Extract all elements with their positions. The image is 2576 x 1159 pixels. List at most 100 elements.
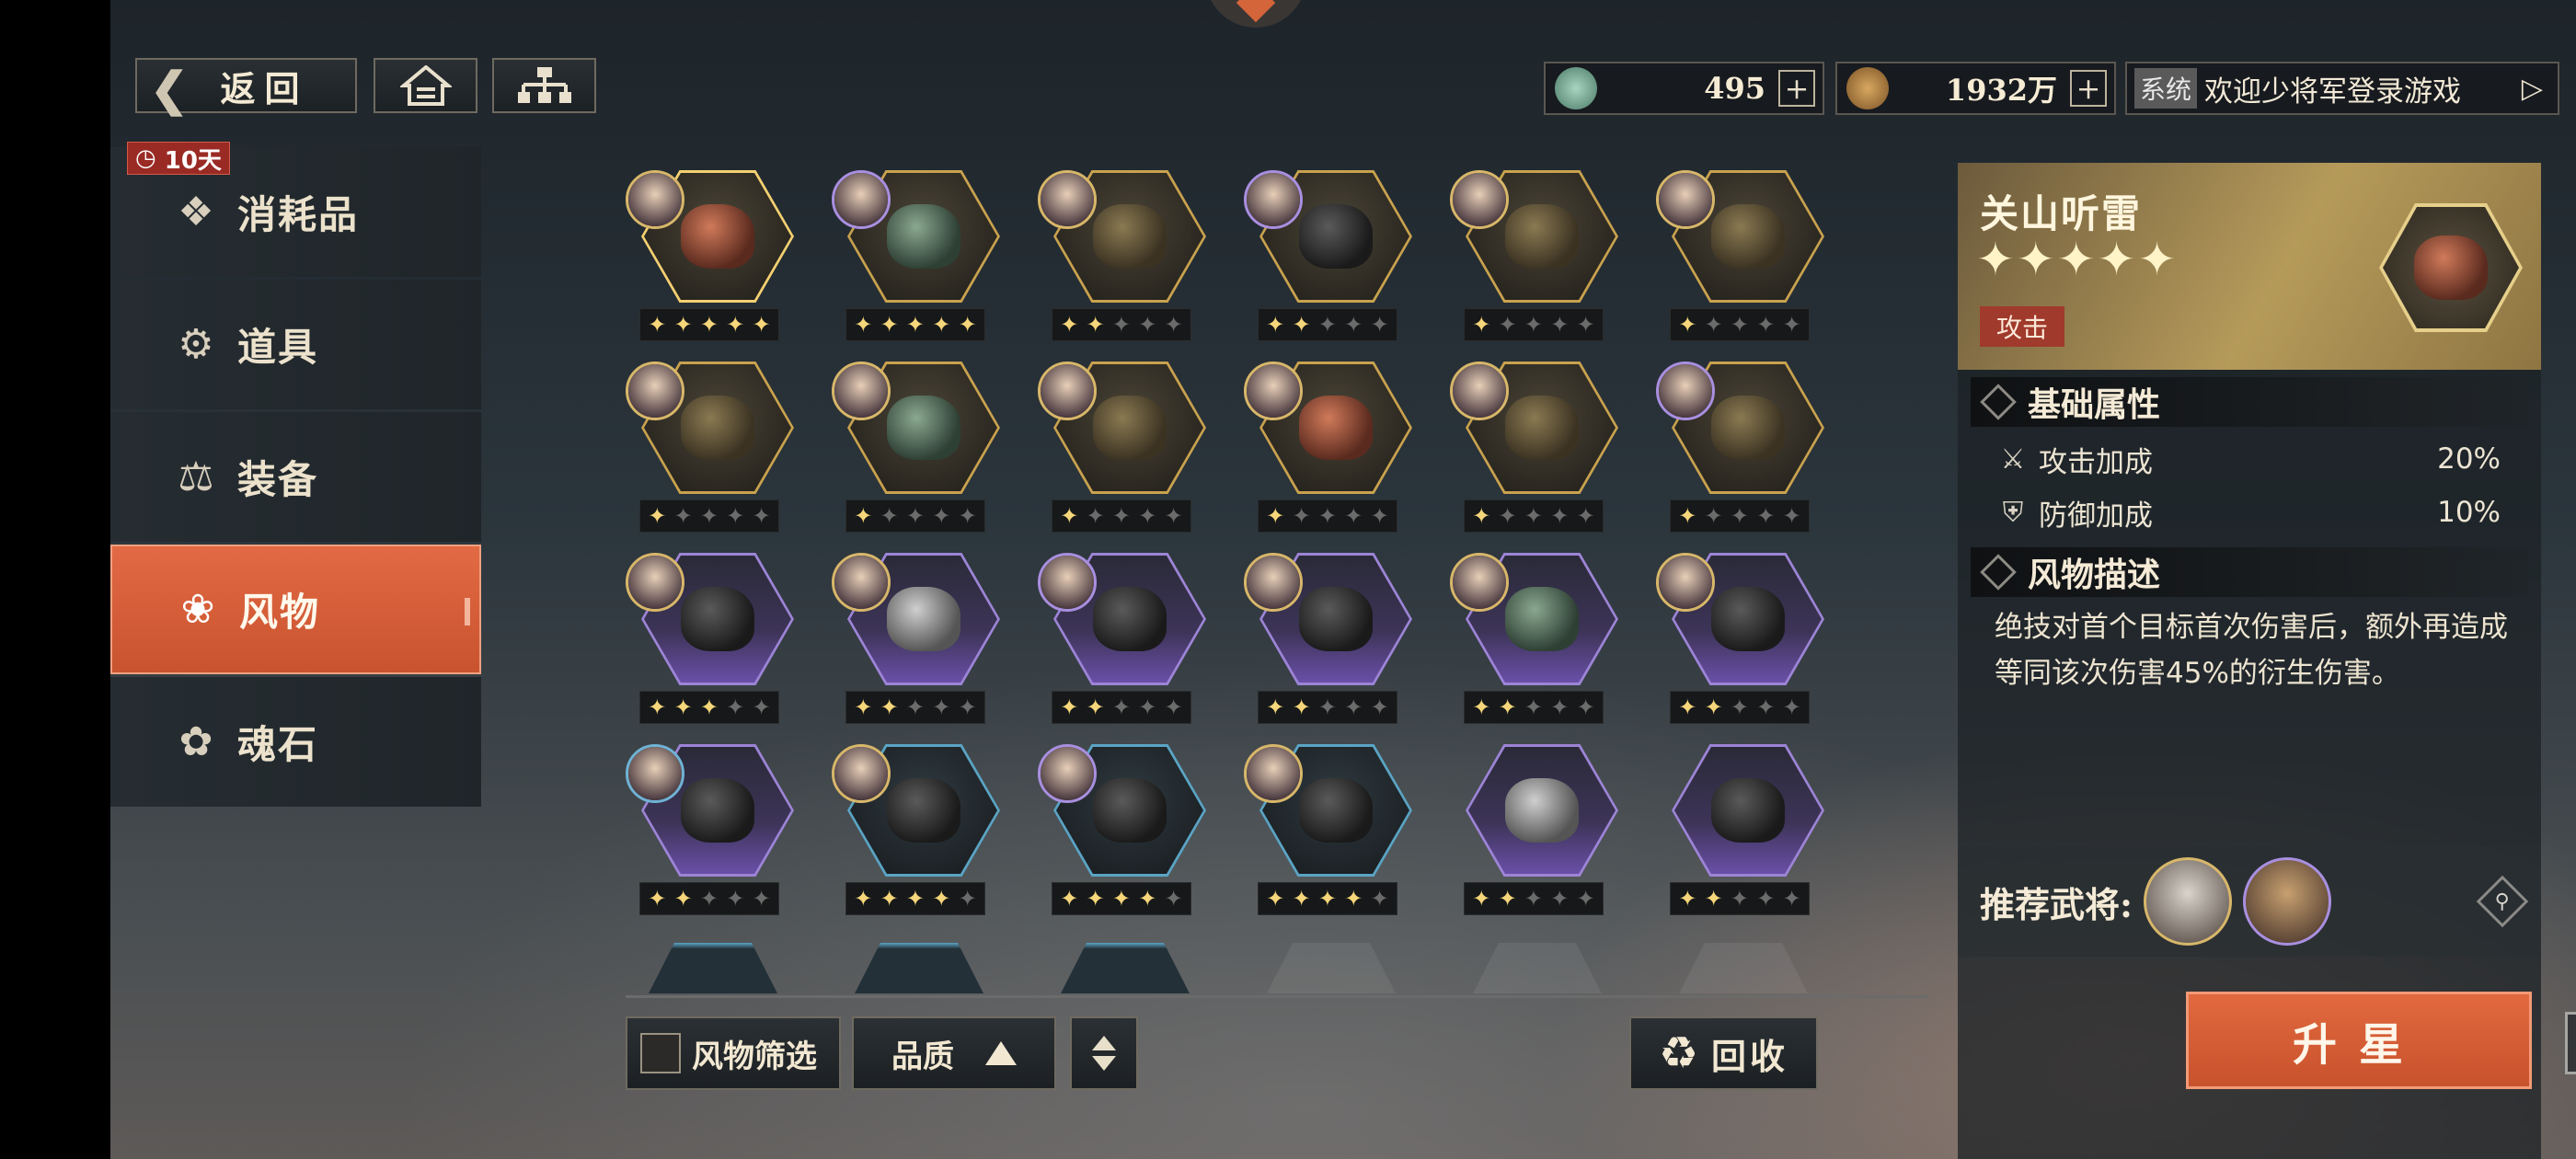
relic-card[interactable]: ✦ ✦ ✦ ✦ ✦ <box>1244 361 1428 536</box>
upgrade-star-button[interactable]: 升星 <box>2186 992 2532 1089</box>
relic-portrait-inner <box>2383 207 2519 328</box>
section-title: 基础属性 <box>2028 385 2161 424</box>
relic-card[interactable]: ✦ ✦ ✦ ✦ ✦ <box>1450 361 1634 536</box>
star-filled-icon: ✦ <box>1472 312 1491 338</box>
star-filled-icon: ✦ <box>1292 312 1311 338</box>
system-message-bar[interactable]: 系统 欢迎少将军登录游戏 ▷ <box>2125 62 2559 115</box>
filter-checkbox[interactable] <box>640 1033 681 1073</box>
star-empty-icon: ✦ <box>726 886 745 912</box>
relic-icon: ❀ <box>180 586 215 633</box>
relic-slot-partial[interactable] <box>855 943 983 993</box>
relic-card[interactable]: ✦ ✦ ✦ ✦ ✦ <box>1038 170 1222 345</box>
quality-sort-button[interactable]: 品质 <box>852 1016 1056 1090</box>
relic-card[interactable]: ✦ ✦ ✦ ✦ ✦ <box>1038 361 1222 536</box>
star-empty-icon: ✦ <box>1164 694 1183 720</box>
category-relics[interactable]: ❀ 风物 <box>110 545 481 674</box>
relic-image <box>1299 204 1373 269</box>
star-filled-icon: ✦ <box>880 886 899 912</box>
relic-card[interactable]: ✦ ✦ ✦ ✦ ✦ <box>1244 170 1428 345</box>
home-button[interactable] <box>374 58 477 113</box>
star-filled-icon: ✦ <box>1266 886 1285 912</box>
relic-card[interactable]: ✦ ✦ ✦ ✦ ✦ <box>1450 744 1634 919</box>
avatar-face <box>628 364 682 418</box>
relic-card[interactable]: ✦ ✦ ✦ ✦ ✦ <box>1038 553 1222 728</box>
share-button[interactable]: ↗ <box>2565 1012 2576 1074</box>
active-indicator <box>465 598 470 625</box>
star-filled-icon: ✦ <box>752 312 771 338</box>
relic-card[interactable]: ✦ ✦ ✦ ✦ ✦ <box>1656 744 1840 919</box>
avatar-face <box>1247 364 1300 418</box>
relic-card[interactable]: ✦ ✦ ✦ ✦ ✦ <box>626 553 810 728</box>
relic-slot-partial[interactable] <box>649 943 777 993</box>
relic-card[interactable]: ✦ ✦ ✦ ✦ ✦ <box>1656 361 1840 536</box>
relic-card[interactable]: ✦ ✦ ✦ ✦ ✦ <box>832 744 1016 919</box>
relic-image <box>1505 396 1579 460</box>
relic-filter-button[interactable]: 风物筛选 <box>626 1016 841 1090</box>
star-filled-icon: ✦ <box>905 886 926 912</box>
relic-card[interactable]: ✦ ✦ ✦ ✦ ✦ <box>1244 744 1428 919</box>
star-empty-icon: ✦ <box>1576 503 1595 529</box>
relic-card[interactable]: ✦ ✦ ✦ ✦ ✦ <box>1038 744 1222 919</box>
avatar-face <box>834 173 888 226</box>
star-filled-icon: ✦ <box>1472 694 1491 720</box>
relic-card[interactable]: ✦ ✦ ✦ ✦ ✦ <box>832 170 1016 345</box>
attribute-row-attack: ⚔ 攻击加成 20% <box>1971 434 2528 484</box>
general-avatar[interactable] <box>2144 857 2233 946</box>
relic-card[interactable]: ✦ ✦ ✦ ✦ ✦ <box>1450 553 1634 728</box>
star-rating: ✦ ✦ ✦ ✦ ✦ <box>1464 499 1604 533</box>
star-filled-icon: ✦ <box>1086 694 1105 720</box>
owner-avatar <box>832 553 891 612</box>
diamond-icon <box>1980 554 2017 591</box>
relic-card[interactable]: ✦ ✦ ✦ ✦ ✦ <box>832 361 1016 536</box>
star-empty-icon: ✦ <box>1317 503 1338 529</box>
owner-avatar <box>832 744 891 803</box>
general-avatar[interactable] <box>2243 857 2332 946</box>
star-empty-icon: ✦ <box>1370 503 1389 529</box>
detail-header: 关山听雷 ✦✦✦✦✦ 攻击 <box>1958 163 2541 370</box>
relic-card[interactable]: ✦ ✦ ✦ ✦ ✦ <box>1450 170 1634 345</box>
star-filled-icon: ✦ <box>880 312 899 338</box>
star-empty-icon: ✦ <box>1498 503 1517 529</box>
avatar-face <box>1041 747 1094 800</box>
soulstone-icon: ✿ <box>178 718 213 765</box>
sort-down-icon <box>1092 1056 1116 1071</box>
category-soulstones[interactable]: ✿ 魂石 <box>110 677 481 807</box>
add-jade-button[interactable]: + <box>1778 70 1815 107</box>
avatar-face <box>1453 173 1506 226</box>
relic-card[interactable]: ✦ ✦ ✦ ✦ ✦ <box>1656 170 1840 345</box>
item-icon: ⚙ <box>178 321 214 368</box>
category-equipment[interactable]: ⚖ 装备 <box>110 412 481 542</box>
category-items[interactable]: ⚙ 道具 <box>110 280 481 409</box>
add-copper-button[interactable]: + <box>2070 70 2107 107</box>
star-empty-icon: ✦ <box>1370 312 1389 338</box>
search-general-button[interactable]: ⚲ <box>2476 875 2529 928</box>
star-rating: ✦ ✦ ✦ ✦ ✦ <box>639 691 779 724</box>
relic-card[interactable]: ✦ ✦ ✦ ✦ ✦ <box>1656 553 1840 728</box>
relic-description: 绝技对首个目标首次伤害后，额外再造成等同该次伤害45%的衍生伤害。 <box>1995 611 2508 690</box>
owner-avatar <box>626 170 684 229</box>
star-empty-icon: ✦ <box>1576 886 1595 912</box>
owner-avatar <box>1038 361 1097 420</box>
relic-slot-partial[interactable] <box>1061 943 1190 993</box>
category-label: 消耗品 <box>237 192 360 237</box>
star-filled-icon: ✦ <box>648 503 667 529</box>
recycle-button[interactable]: ♻ 回收 <box>1629 1016 1818 1090</box>
star-empty-icon: ✦ <box>673 503 693 529</box>
currency-copper: 1932万 + <box>1835 62 2116 115</box>
relic-image <box>1299 587 1373 651</box>
defense-icon: ⛨ <box>2002 496 2024 529</box>
star-empty-icon: ✦ <box>1576 312 1595 338</box>
relic-card[interactable]: ✦ ✦ ✦ ✦ ✦ <box>626 361 810 536</box>
relic-card[interactable]: ✦ ✦ ✦ ✦ ✦ <box>1244 553 1428 728</box>
hierarchy-button[interactable] <box>492 58 596 113</box>
relic-card[interactable]: ✦ ✦ ✦ ✦ ✦ <box>626 170 810 345</box>
relic-card[interactable]: ✦ ✦ ✦ ✦ ✦ <box>626 744 810 919</box>
star-filled-icon: ✦ <box>699 312 719 338</box>
back-button[interactable]: ❮ 返回 <box>135 58 357 116</box>
relic-card[interactable]: ✦ ✦ ✦ ✦ ✦ <box>832 553 1016 728</box>
star-empty-icon: ✦ <box>932 503 951 529</box>
relic-image <box>1505 587 1579 651</box>
sort-order-button[interactable] <box>1070 1016 1138 1090</box>
star-empty-icon: ✦ <box>932 694 951 720</box>
star-empty-icon: ✦ <box>1164 312 1183 338</box>
